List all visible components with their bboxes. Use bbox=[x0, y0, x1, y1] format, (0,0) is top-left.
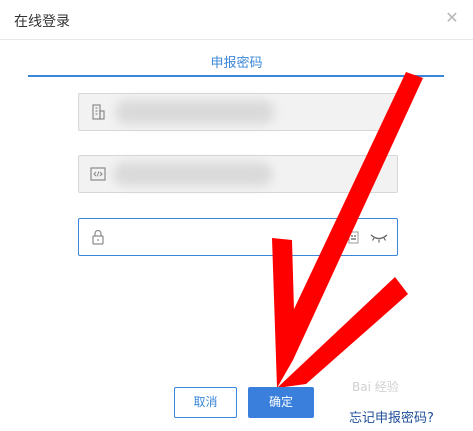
forgot-password-link[interactable]: 忘记申报密码? bbox=[349, 407, 434, 426]
company-field[interactable] bbox=[78, 93, 398, 131]
confirm-button[interactable]: 确定 bbox=[248, 387, 314, 418]
dialog-title: 在线登录 bbox=[14, 14, 70, 30]
dialog-titlebar: 在线登录 ✕ bbox=[0, 0, 473, 40]
tab-underline bbox=[28, 75, 444, 77]
redacted-value bbox=[113, 162, 273, 186]
redacted-value bbox=[115, 100, 275, 124]
eye-closed-icon[interactable] bbox=[369, 229, 389, 245]
password-field[interactable] bbox=[78, 218, 398, 256]
keyboard-icon[interactable] bbox=[348, 231, 359, 244]
code-icon bbox=[90, 167, 106, 181]
cancel-button[interactable]: 取消 bbox=[174, 387, 237, 418]
building-icon bbox=[92, 104, 105, 120]
watermark: Bai 经验 bbox=[352, 380, 399, 394]
taxpayer-id-field[interactable] bbox=[78, 155, 398, 193]
password-input[interactable] bbox=[115, 225, 349, 251]
lock-icon bbox=[92, 229, 104, 245]
tab-declaration-password[interactable]: 申报密码 bbox=[0, 52, 473, 71]
close-icon[interactable]: ✕ bbox=[443, 9, 461, 27]
